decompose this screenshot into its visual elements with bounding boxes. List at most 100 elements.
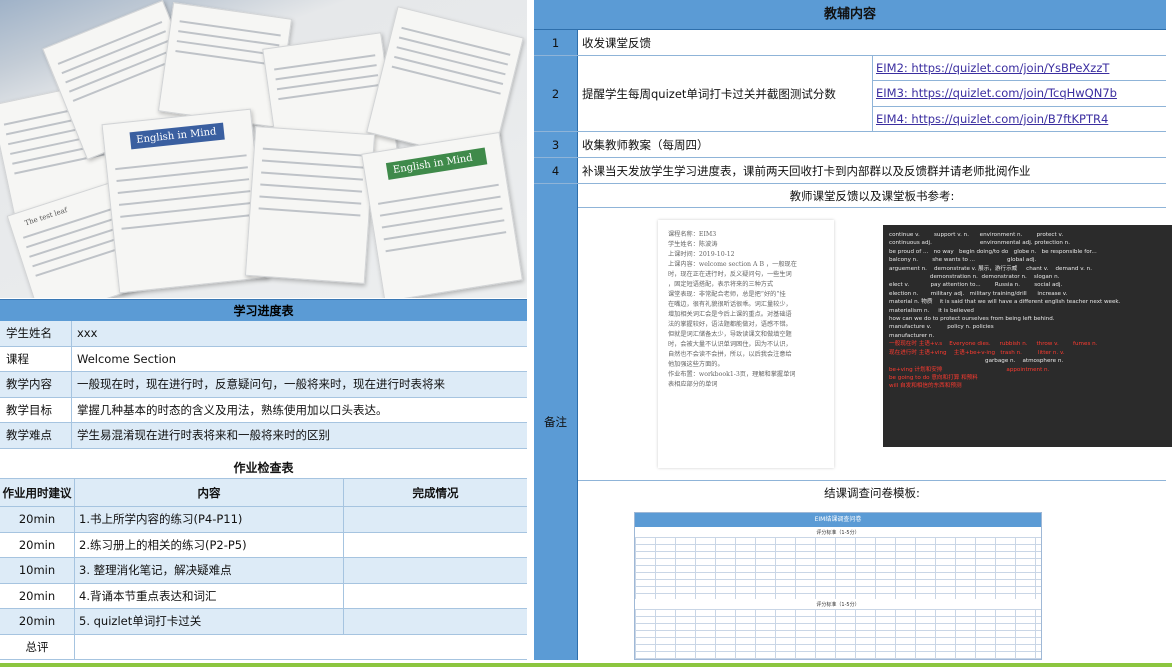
lesson-plan-image: 课程名称：EIM3 学生姓名：陈波涛上课时间：2019-10-12 上课内容：wel…	[658, 220, 834, 468]
lesson-plan-line: 学生姓名：陈波涛	[668, 241, 718, 248]
summary-row: 总评	[0, 635, 527, 660]
progress-value: Welcome Section	[77, 351, 176, 366]
header-status: 完成情况	[412, 486, 459, 500]
right-panel: 教辅内容 1 收发课堂反馈 2 提醒学生每周quizet单词打卡过关并截图测试分…	[534, 0, 1172, 660]
survey-section-header: 评分标准（1-5分）	[816, 530, 860, 536]
homework-content: 5. quizlet单词打卡过关	[75, 609, 344, 634]
progress-row: 教学难点 学生易混淆现在进行时表将来和一般将来时的区别	[0, 423, 527, 449]
note-area: 教师课堂反馈以及课堂板书参考: 课程名称：EIM3 学生姓名：陈波涛上课时间：20…	[578, 184, 1172, 660]
item-text: 收发课堂反馈	[582, 35, 651, 50]
board-line: arguement n. demonstrate v. 展示，游行示威 chan…	[889, 265, 1092, 272]
homework-row: 20min 5. quizlet单词打卡过关	[0, 609, 527, 635]
survey-grid-top	[635, 537, 1041, 599]
item-row-2: 2 提醒学生每周quizet单词打卡过关并截图测试分数 EIM2: https:…	[534, 56, 1166, 132]
progress-row: 教学目标 掌握几种基本的时态的含义及用法，熟练使用加以口头表达。	[0, 397, 527, 424]
board-line: demonstration n. demonstrator n. slogan …	[889, 274, 1060, 281]
progress-value: xxx	[77, 326, 98, 340]
progress-value: 一般现在时，现在进行时，反意疑问句，一般将来时，现在进行时表将来	[77, 377, 445, 392]
left-panel: The test leaf English in Mind English in…	[0, 0, 527, 669]
board-line: be+ving 计划和安排 appointment n.	[889, 366, 1050, 373]
item-text: 收集教师教案（每周四）	[582, 137, 709, 152]
board-line: be proud of ... no way begin doing/to do…	[889, 248, 1097, 255]
lesson-plan-line: 上课内容：welcome section A B ，一般现在	[668, 261, 797, 268]
progress-value: 学生易混淆现在进行时表将来和一般将来时的区别	[77, 428, 330, 443]
survey-section-header-2: 评分标准（1-5分）	[816, 602, 860, 608]
homework-status	[344, 584, 527, 609]
lesson-plan-line: 时，会被大量不认识单词困住，因为不认识，	[668, 341, 792, 348]
board-line: will 自发和相信的东西和预测	[889, 383, 962, 390]
board-line: continue v. support v. n. environment n.…	[889, 232, 1064, 238]
homework-title: 作业检查表	[0, 457, 527, 479]
book-cover-green: English in Mind	[385, 147, 488, 180]
item-number: 3	[534, 132, 578, 157]
header-time: 作业用时建议	[0, 479, 75, 506]
item-number: 2	[534, 56, 578, 131]
board-line: materialism n. it is believed	[889, 307, 974, 314]
item-text: 补课当天发放学生学习进度表，课前两天回收打卡到内部群以及反馈群并请老师批阅作业	[582, 163, 1031, 178]
board-line: how can we do to protect ourselves from …	[889, 316, 1055, 323]
progress-title: 学习进度表	[0, 299, 527, 321]
lesson-plan-line: 在嘴边，很有礼貌很听话很乖。词汇量较少，	[668, 301, 792, 308]
progress-row: 课程 Welcome Section	[0, 346, 527, 373]
board-line: elect v. pay attention to... Russia n. s…	[889, 282, 1063, 289]
link-eim2[interactable]: EIM2: https://quizlet.com/join/YsBPeXzzT	[873, 56, 1166, 82]
lesson-plan-line: 增加相关词汇会是今后上课的重点。对基础语	[668, 311, 792, 318]
homework-time: 20min	[0, 532, 75, 557]
progress-label: 教学内容	[0, 372, 72, 397]
board-line: 一般现在时 主语+v.s Everyone dies. rubbish n. t…	[889, 341, 1098, 348]
homework-row: 20min 4.背诵本节重点表达和词汇	[0, 583, 527, 609]
blackboard-image: continue v. support v. n. environment n.…	[883, 225, 1172, 447]
homework-status	[344, 609, 527, 634]
board-line: material n. 物质 it is said that we will h…	[889, 299, 1121, 306]
item-number: 1	[534, 30, 578, 55]
homework-row: 10min 3. 整理消化笔记，解决疑难点	[0, 558, 527, 584]
lesson-plan-line: 法的掌握较好，语法题都能做对，语感不错。	[668, 321, 792, 328]
lesson-plan-line: 自然也不会读不会拼，所以，以后我会注意给	[668, 351, 792, 358]
link-eim4[interactable]: EIM4: https://quizlet.com/join/B7ftKPTR4	[873, 107, 1166, 131]
progress-row: 学生姓名 xxx	[0, 321, 527, 347]
quizlet-links: EIM2: https://quizlet.com/join/YsBPeXzzT…	[872, 56, 1166, 131]
lesson-plan-line: 表相应部分的单词	[668, 381, 718, 388]
lesson-plan-line: 作业布置：workbook1-3页，理解和掌握单词	[668, 371, 796, 378]
lesson-plan-line: 但就是词汇储备太少，导致读课文和做填空题	[668, 331, 792, 338]
homework-content: 1.书上所学内容的练习(P4-P11)	[75, 507, 344, 532]
item-row-1: 1 收发课堂反馈	[534, 30, 1166, 56]
board-line: balcony n. she wants to ... global adj.	[889, 257, 1037, 264]
homework-status	[344, 533, 527, 558]
homework-row: 20min 1.书上所学内容的练习(P4-P11)	[0, 507, 527, 533]
homework-rows: 20min 1.书上所学内容的练习(P4-P11) 20min 2.练习册上的相关的练…	[0, 507, 527, 635]
homework-status	[344, 507, 527, 532]
homework-content: 3. 整理消化笔记，解决疑难点	[75, 558, 344, 583]
board-line: manufacture v. policy n. policies	[889, 324, 994, 331]
progress-label: 学生姓名	[0, 321, 72, 346]
teaching-aid-title: 教辅内容	[534, 0, 1166, 30]
homework-time: 20min	[0, 609, 75, 634]
progress-label: 教学目标	[0, 397, 72, 423]
note-label: 备注	[534, 184, 578, 660]
bottom-divider	[0, 663, 1172, 667]
homework-time: 20min	[0, 507, 75, 532]
progress-value: 掌握几种基本的时态的含义及用法，熟练使用加以口头表达。	[77, 402, 388, 417]
link-eim3[interactable]: EIM3: https://quizlet.com/join/TcqHwQN7b	[873, 81, 1166, 107]
reference-title: 教师课堂反馈以及课堂板书参考:	[578, 184, 1166, 208]
survey-template-image: EIM结课调查问卷 评分标准（1-5分） 评分标准（1-5分）	[634, 512, 1042, 660]
survey-grid-bottom	[635, 609, 1041, 659]
progress-label: 课程	[0, 346, 72, 372]
item-text: 提醒学生每周quizet单词打卡过关并截图测试分数	[582, 86, 836, 101]
item-number: 4	[534, 158, 578, 183]
homework-time: 20min	[0, 583, 75, 608]
item-row-4: 4 补课当天发放学生学习进度表，课前两天回收打卡到内部群以及反馈群并请老师批阅作…	[534, 158, 1166, 184]
homework-status	[344, 558, 527, 583]
summary-value	[75, 635, 527, 659]
homework-row: 20min 2.练习册上的相关的练习(P2-P5)	[0, 532, 527, 558]
progress-table: 学习进度表 学生姓名 xxx 课程 Welcome Section 教学内容 一般现在时，…	[0, 299, 527, 449]
lesson-plan-line: ，固定短语搭配，表示将来的三种方式	[668, 281, 774, 288]
board-line: manufacturer n.	[889, 332, 935, 339]
lesson-plan-line: 上课时间：2019-10-12	[668, 251, 735, 258]
progress-row: 教学内容 一般现在时，现在进行时，反意疑问句，一般将来时，现在进行时表将来	[0, 372, 527, 398]
item-row-3: 3 收集教师教案（每周四）	[534, 132, 1166, 158]
lesson-plan-line: 课程名称：EIM3	[668, 231, 717, 238]
homework-header: 作业用时建议 内容 完成情况	[0, 479, 527, 507]
lesson-plan-line: 课堂表现：非常配合老师，总是把“好的”挂	[668, 291, 786, 298]
board-line: 现在进行时 主语+ving 主语+be+v-ing trash n. litte…	[889, 349, 1065, 356]
